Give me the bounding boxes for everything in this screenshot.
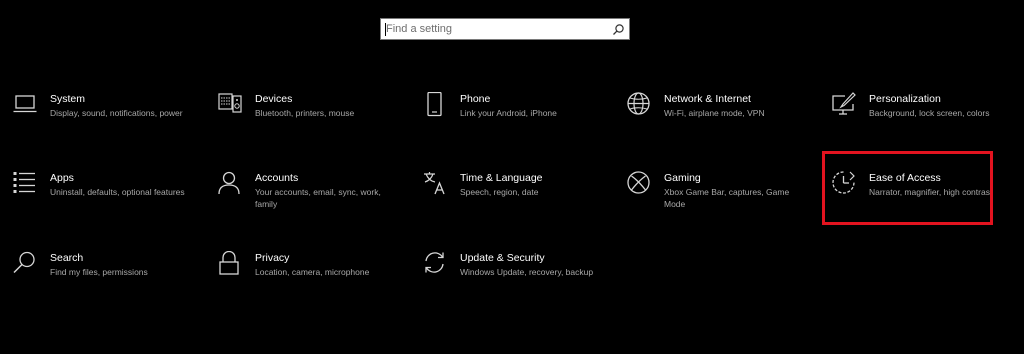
tile-description: Find my files, permissions xyxy=(50,267,148,277)
tile-personalization[interactable]: Personalization Background, lock screen,… xyxy=(832,92,1012,150)
tile-title: Personalization xyxy=(869,93,941,105)
tile-search[interactable]: Search Find my files, permissions xyxy=(13,251,193,309)
tile-title: Phone xyxy=(460,93,491,105)
tile-network-internet[interactable]: Network & Internet Wi-Fi, airplane mode,… xyxy=(627,92,807,150)
tile-title: Accounts xyxy=(255,172,299,184)
laptop-icon xyxy=(13,92,39,118)
tile-title: Devices xyxy=(255,93,293,105)
search-icon xyxy=(13,251,39,277)
keyboard-speaker-icon xyxy=(218,92,244,118)
tile-accounts[interactable]: Accounts Your accounts, email, sync, wor… xyxy=(218,171,398,229)
highlight-box xyxy=(822,151,993,225)
tile-description: Windows Update, recovery, backup xyxy=(460,267,594,277)
globe-icon xyxy=(627,92,653,118)
tile-title: System xyxy=(50,93,86,105)
person-icon xyxy=(218,171,244,197)
xbox-icon xyxy=(627,171,653,197)
paint-monitor-icon xyxy=(832,92,858,118)
tile-title: Privacy xyxy=(255,252,290,264)
text-caret xyxy=(385,23,386,36)
tile-devices[interactable]: Devices Bluetooth, printers, mouse xyxy=(218,92,398,150)
tile-description: Xbox Game Bar, captures, Game Mode xyxy=(664,187,790,209)
tile-title: Network & Internet xyxy=(664,93,751,105)
tile-description: Uninstall, defaults, optional features xyxy=(50,187,185,197)
tile-title: Apps xyxy=(50,172,74,184)
tile-title: Time & Language xyxy=(460,172,543,184)
tile-time-language[interactable]: Time & Language Speech, region, date xyxy=(423,171,603,229)
tile-title: Update & Security xyxy=(460,252,545,264)
tile-apps[interactable]: Apps Uninstall, defaults, optional featu… xyxy=(13,171,193,229)
tile-description: Wi-Fi, airplane mode, VPN xyxy=(664,108,765,118)
tile-update-security[interactable]: Update & Security Windows Update, recove… xyxy=(423,251,603,309)
tile-description: Location, camera, microphone xyxy=(255,267,370,277)
sync-arrows-icon xyxy=(423,251,449,277)
settings-home: System Display, sound, notifications, po… xyxy=(0,0,1024,354)
tile-description: Link your Android, iPhone xyxy=(460,108,557,118)
phone-icon xyxy=(423,92,449,118)
search-icon[interactable] xyxy=(612,23,625,36)
tile-description: Background, lock screen, colors xyxy=(869,108,990,118)
time-language-icon xyxy=(423,171,449,197)
app-list-icon xyxy=(13,171,39,197)
tile-gaming[interactable]: Gaming Xbox Game Bar, captures, Game Mod… xyxy=(627,171,807,229)
lock-icon xyxy=(218,251,244,277)
tile-privacy[interactable]: Privacy Location, camera, microphone xyxy=(218,251,398,309)
tile-description: Your accounts, email, sync, work, family xyxy=(255,187,381,209)
tile-title: Search xyxy=(50,252,84,264)
tile-system[interactable]: System Display, sound, notifications, po… xyxy=(13,92,193,150)
tile-description: Speech, region, date xyxy=(460,187,539,197)
search-input[interactable] xyxy=(386,20,606,38)
tile-title: Gaming xyxy=(664,172,701,184)
tile-description: Bluetooth, printers, mouse xyxy=(255,108,355,118)
tile-phone[interactable]: Phone Link your Android, iPhone xyxy=(423,92,603,150)
tile-description: Display, sound, notifications, power xyxy=(50,108,183,118)
search-box[interactable] xyxy=(380,18,630,40)
